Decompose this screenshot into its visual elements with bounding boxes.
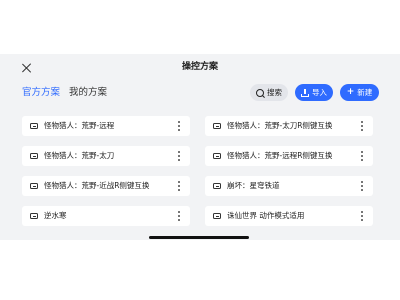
keyboard-icon [213, 153, 221, 159]
more-options-icon[interactable] [177, 181, 181, 191]
more-options-icon[interactable] [360, 211, 364, 221]
keyboard-icon [213, 123, 221, 129]
keyboard-icon [213, 183, 221, 189]
search-button[interactable]: 搜索 [250, 84, 288, 101]
new-button[interactable]: + 新建 [340, 84, 379, 101]
scheme-label: 怪物猎人：荒野-远程R侧键互换 [227, 151, 333, 160]
scheme-card[interactable]: 逆水寒 [22, 206, 190, 226]
search-button-label: 搜索 [267, 87, 282, 97]
scheme-card[interactable]: 怪物猎人：荒野-远程 [22, 116, 190, 136]
page-title: 操控方案 [181, 62, 218, 72]
more-options-icon[interactable] [360, 121, 364, 131]
more-options-icon[interactable] [177, 151, 181, 161]
tab-my-schemes[interactable]: 我的方案 [69, 87, 107, 99]
import-button-label: 导入 [312, 87, 327, 97]
scheme-card[interactable]: 怪物猎人：荒野-太刀 [22, 146, 190, 166]
scheme-card[interactable]: 崩坏：星穹铁道 [205, 176, 373, 196]
keyboard-icon [30, 123, 38, 129]
scheme-card[interactable]: 怪物猎人：荒野-太刀R侧键互换 [205, 116, 373, 136]
keyboard-icon [30, 153, 38, 159]
plus-icon: + [346, 87, 355, 97]
scheme-label: 怪物猎人：荒野-太刀R侧键互换 [227, 121, 333, 130]
import-button[interactable]: 导入 [295, 84, 333, 101]
scheme-label: 诛仙世界 动作模式适用 [227, 211, 305, 220]
search-icon [256, 88, 264, 97]
keyboard-icon [30, 183, 38, 189]
more-options-icon[interactable] [177, 121, 181, 131]
scheme-card[interactable]: 诛仙世界 动作模式适用 [205, 206, 373, 226]
keyboard-icon [30, 213, 38, 219]
tab-official-schemes[interactable]: 官方方案 [22, 87, 60, 99]
scheme-label: 逆水寒 [44, 211, 67, 220]
scheme-label: 怪物猎人：荒野-远程 [44, 121, 115, 130]
more-options-icon[interactable] [360, 181, 364, 191]
scheme-card[interactable]: 怪物猎人：荒野-远程R侧键互换 [205, 146, 373, 166]
new-button-label: 新建 [357, 87, 373, 97]
more-options-icon[interactable] [360, 151, 364, 161]
scheme-label: 崩坏：星穹铁道 [227, 181, 280, 190]
scheme-card[interactable]: 怪物猎人：荒野-近战R侧键互换 [22, 176, 190, 196]
more-options-icon[interactable] [177, 211, 181, 221]
home-indicator [149, 236, 249, 239]
import-icon [301, 88, 309, 97]
keyboard-icon [213, 213, 221, 219]
scheme-label: 怪物猎人：荒野-太刀 [44, 151, 115, 160]
scheme-label: 怪物猎人：荒野-近战R侧键互换 [44, 181, 150, 190]
